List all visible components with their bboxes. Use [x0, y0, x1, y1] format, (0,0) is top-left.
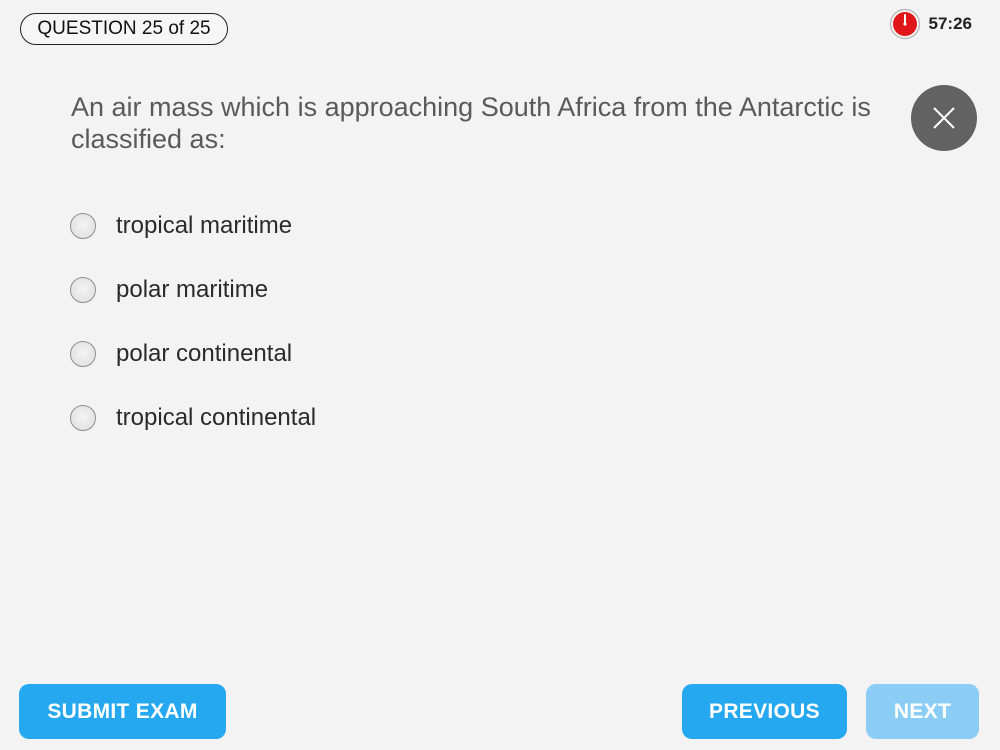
- next-button[interactable]: NEXT: [866, 684, 979, 739]
- question-counter: QUESTION 25 of 25: [20, 13, 228, 45]
- timer-text: 57:26: [928, 14, 972, 33]
- close-button[interactable]: [911, 85, 977, 151]
- answer-option[interactable]: polar maritime: [70, 258, 316, 322]
- question-text: An air mass which is approaching South A…: [71, 92, 871, 154]
- submit-exam-button[interactable]: SUBMIT EXAM: [19, 684, 226, 739]
- answer-option-label: tropical continental: [116, 404, 317, 431]
- radio-button[interactable]: [70, 213, 96, 239]
- radio-button[interactable]: [70, 277, 96, 303]
- previous-button[interactable]: PREVIOUS: [682, 684, 847, 739]
- radio-button[interactable]: [70, 405, 96, 431]
- answer-option-label: polar continental: [116, 340, 293, 367]
- answer-option-label: polar maritime: [116, 276, 269, 303]
- answer-options: tropical maritime polar maritime polar c…: [70, 194, 316, 450]
- close-icon: [933, 107, 955, 129]
- answer-option-label: tropical maritime: [116, 212, 293, 239]
- answer-option[interactable]: polar continental: [70, 322, 316, 386]
- answer-option[interactable]: tropical continental: [70, 386, 316, 450]
- radio-button[interactable]: [70, 341, 96, 367]
- stopwatch-icon: [889, 8, 920, 40]
- exam-timer: 57:26: [889, 8, 972, 40]
- answer-option[interactable]: tropical maritime: [70, 194, 316, 258]
